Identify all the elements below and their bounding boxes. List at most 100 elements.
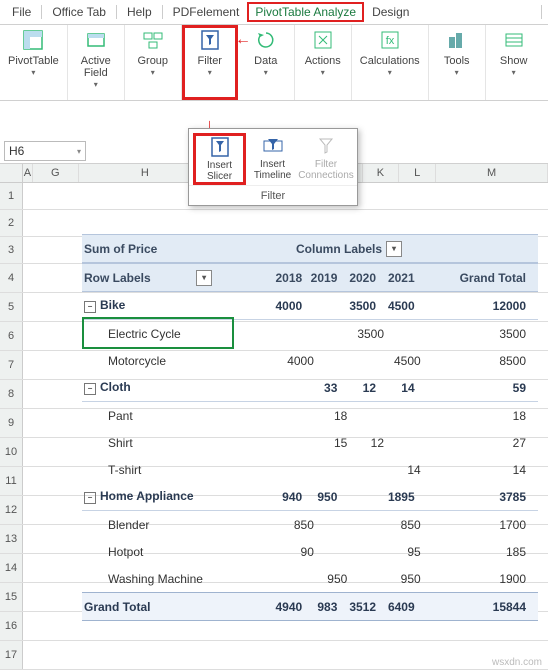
row-filter-button[interactable]: ▾ [196,270,212,286]
tab-office[interactable]: Office Tab [44,2,114,22]
row-label: Hotpot [108,545,143,559]
grand-total-col: Grand Total [419,271,538,285]
col-header[interactable]: G [33,164,79,182]
collapse-icon[interactable]: − [84,492,96,504]
collapse-icon[interactable]: − [84,301,96,313]
slicer-icon [209,136,231,158]
tab-pdf[interactable]: PDFelement [165,2,248,22]
row-header[interactable]: 4 [0,264,23,292]
column-filter-button[interactable]: ▾ [386,241,402,257]
row-header[interactable]: 11 [0,467,23,495]
svg-text:fx: fx [385,35,394,47]
actions-icon [312,29,334,51]
grid-row: 17 [0,641,548,670]
row-header[interactable]: 14 [0,554,23,582]
insert-timeline-button[interactable]: Insert Timeline [246,133,299,185]
row-label: Home Appliance [100,489,194,503]
row-header[interactable]: 12 [0,496,23,524]
row-header[interactable]: 10 [0,438,23,466]
pivot-item-row[interactable]: Electric Cycle35003500 [82,320,538,347]
refresh-icon [255,29,277,51]
pivot-item-row[interactable]: Pant1818 [82,402,538,429]
row-label: Motorcycle [108,354,166,368]
worksheet: A G H I J K L M 123456789101112131415161… [0,164,548,670]
pivot-item-row[interactable]: Washing Machine9509501900 [82,565,538,592]
pivot-icon [22,29,44,51]
row-header[interactable]: 16 [0,612,23,640]
row-header[interactable]: 15 [0,583,23,611]
row-header[interactable]: 1 [0,183,23,209]
row-header[interactable]: 2 [0,210,23,236]
chevron-down-icon: ▾ [512,68,516,77]
row-header[interactable]: 9 [0,409,23,437]
tab-file[interactable]: File [4,2,39,22]
col-header[interactable]: L [399,164,436,182]
year-col: 2018 [268,271,307,285]
dropdown-footer: Filter [189,185,357,205]
tab-design[interactable]: Design [364,2,417,22]
sum-of-price-label: Sum of Price [82,242,232,256]
ribbon-actions[interactable]: Actions ▾ [295,25,352,100]
row-label: T-shirt [108,463,141,477]
row-header[interactable]: 17 [0,641,23,669]
select-all[interactable] [0,164,23,182]
tab-help[interactable]: Help [119,2,160,22]
row-header[interactable]: 5 [0,293,23,321]
row-label: Pant [108,409,133,423]
chevron-down-icon: ▾ [264,68,268,77]
pivot-item-row[interactable]: Motorcycle400045008500 [82,347,538,374]
name-box[interactable]: H6 ▾ [4,141,86,161]
pivot-table[interactable]: Sum of Price Column Labels ▾ Row Labels … [82,234,538,621]
tab-pivot-analyze[interactable]: PivotTable Analyze [247,2,364,22]
show-icon [503,29,525,51]
ribbon-pivottable[interactable]: PivotTable ▾ [0,25,68,100]
pivot-item-row[interactable]: Hotpot9095185 [82,538,538,565]
pivot-group-row[interactable]: −Cloth33121459 [82,374,538,402]
pivot-item-row[interactable]: Shirt151227 [82,429,538,456]
ribbon-tools[interactable]: Tools ▾ [429,25,486,100]
filter-connections-button: Filter Connections [299,133,353,185]
calc-icon: fx [379,29,401,51]
ribbon-tabs: File Office Tab Help PDFelement PivotTab… [0,0,548,25]
chevron-down-icon: ▾ [321,68,325,77]
row-label: Washing Machine [108,572,203,586]
field-icon [85,29,107,51]
row-header[interactable]: 3 [0,237,23,263]
row-label: Cloth [100,380,131,394]
chevron-down-icon: ▾ [388,68,392,77]
year-col: 2019 [306,271,341,285]
chevron-down-icon: ▾ [151,68,155,77]
col-header[interactable]: A [23,164,33,182]
ribbon-filter[interactable]: Filter ▾ [182,25,238,100]
col-header[interactable]: M [436,164,548,182]
connections-icon [315,135,337,157]
ribbon-show[interactable]: Show ▾ [486,25,542,100]
timeline-icon [262,135,284,157]
ribbon-active-field[interactable]: Active Field▾ [68,25,125,100]
row-header[interactable]: 8 [0,380,23,408]
row-header[interactable]: 7 [0,351,23,379]
col-header[interactable]: K [363,164,400,182]
ribbon: ← PivotTable ▾ Active Field▾ Group ▾ Fil… [0,25,548,101]
watermark: wsxdn.com [492,657,542,668]
row-header[interactable]: 6 [0,322,23,350]
tools-icon [446,29,468,51]
pivot-item-row[interactable]: T-shirt1414 [82,456,538,483]
year-col: 2020 [341,271,380,285]
pivot-group-row[interactable]: −Bike40003500450012000 [82,292,538,320]
row-header[interactable]: 13 [0,525,23,553]
annotation-arrow: ← [235,31,251,49]
insert-slicer-button[interactable]: Insert Slicer [193,133,246,185]
ribbon-calculations[interactable]: fx Calculations ▾ [352,25,429,100]
grid-row: 2 [0,210,548,237]
row-label: Electric Cycle [108,327,181,341]
row-label: Blender [108,518,149,532]
column-labels-header: Column Labels ▾ [296,241,538,257]
pivot-group-row[interactable]: −Home Appliance94095018953785 [82,483,538,511]
collapse-icon[interactable]: − [84,383,96,395]
pivot-item-row[interactable]: Blender8508501700 [82,511,538,538]
year-col: 2021 [380,271,419,285]
row-labels-header: Row Labels [84,271,151,285]
ribbon-group[interactable]: Group ▾ [125,25,182,100]
chevron-down-icon: ▾ [208,68,212,77]
